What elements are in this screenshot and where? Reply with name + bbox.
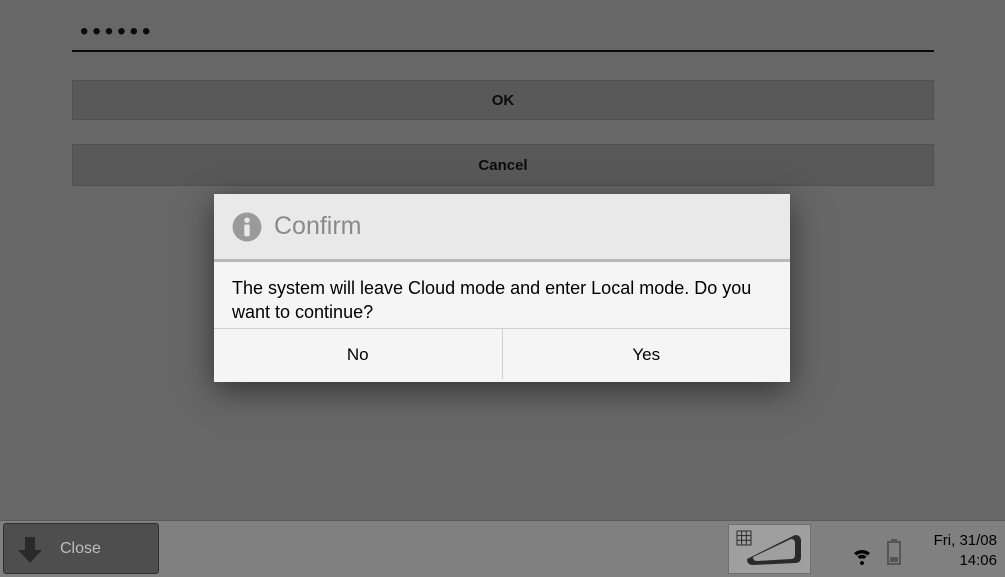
battery-icon [887, 539, 901, 565]
close-button[interactable]: Close [3, 523, 159, 574]
info-icon [230, 210, 264, 244]
close-label: Close [60, 540, 101, 558]
dialog-title: Confirm [274, 212, 362, 241]
dialog-actions: No Yes [214, 328, 790, 379]
yes-button[interactable]: Yes [502, 329, 791, 379]
dialog-header: Confirm [214, 194, 790, 262]
date-label: Fri, 31/08 [934, 531, 997, 551]
no-button[interactable]: No [214, 329, 502, 379]
time-label: 14:06 [934, 551, 997, 571]
dialog-message: The system will leave Cloud mode and ent… [214, 262, 790, 328]
touchpad-button[interactable] [728, 524, 811, 574]
bottom-bar: Close Fri, 31/08 14:06 [0, 520, 1005, 577]
touchpad-icon [735, 529, 805, 569]
confirm-dialog: Confirm The system will leave Cloud mode… [214, 194, 790, 382]
wifi-icon [850, 541, 874, 565]
down-arrow-icon [14, 533, 46, 565]
datetime: Fri, 31/08 14:06 [934, 531, 997, 571]
